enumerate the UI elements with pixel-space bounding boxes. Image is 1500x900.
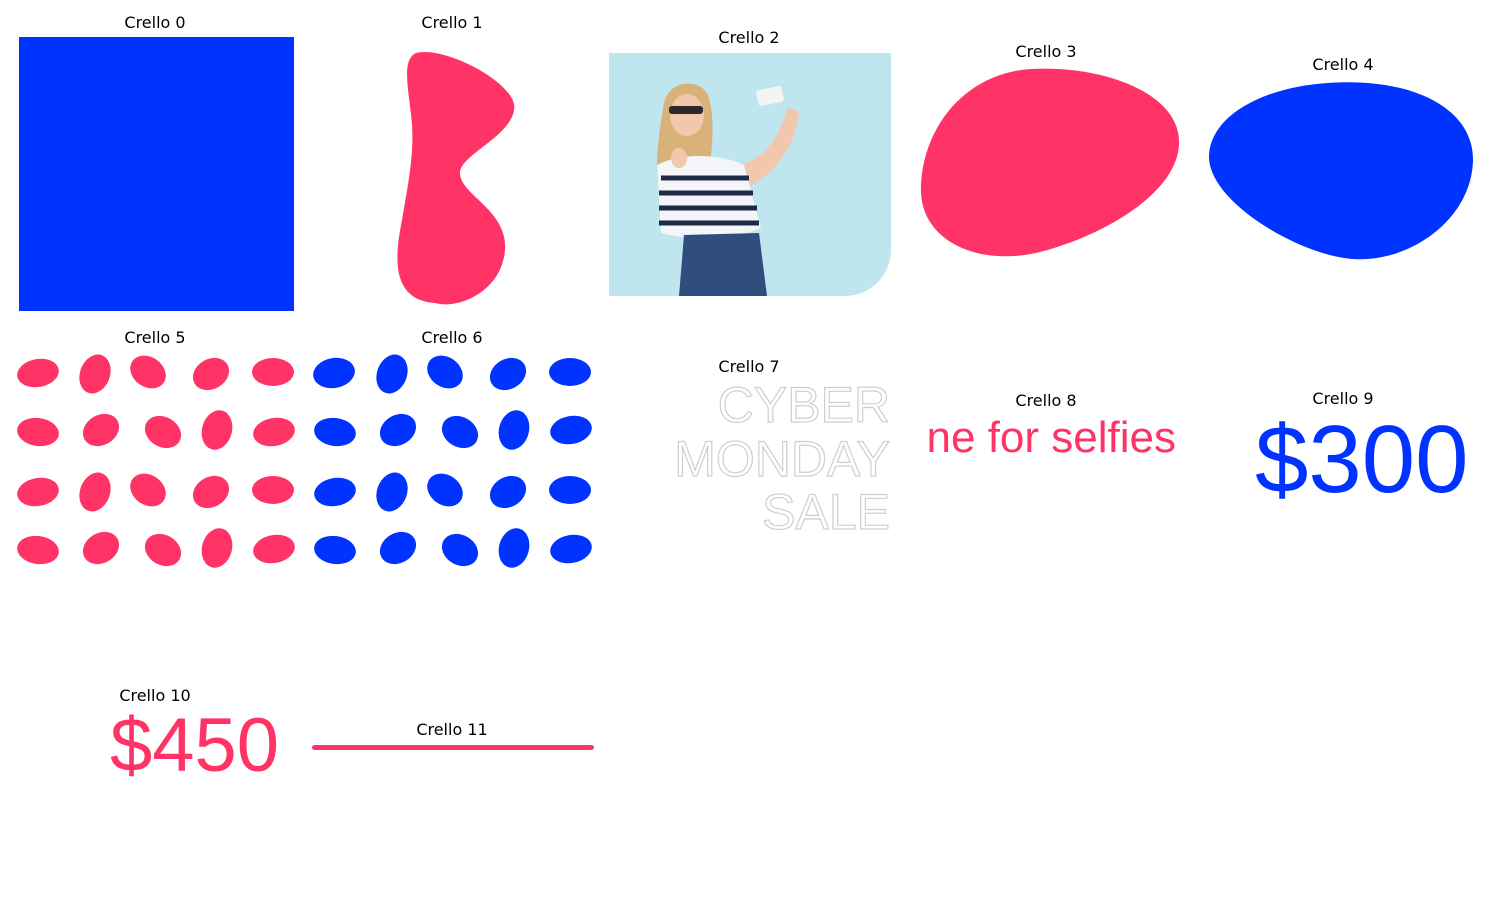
blue-square xyxy=(19,37,294,311)
pink-blob xyxy=(920,68,1180,257)
photo-woman-selfie xyxy=(609,53,891,296)
pink-bone-blob xyxy=(397,51,515,305)
cell-title: Crello 6 xyxy=(421,328,483,347)
blue-dot-pattern xyxy=(313,354,592,568)
cell-title: Crello 11 xyxy=(416,720,488,739)
cell-title: Crello 5 xyxy=(124,328,186,347)
cell-title: Crello 0 xyxy=(124,13,186,32)
cyber-line-3: SALE xyxy=(762,484,890,536)
cell-title: Crello 8 xyxy=(1015,391,1077,410)
selfies-text: ne for selfies xyxy=(926,413,1176,462)
cell-title: Crello 4 xyxy=(1312,55,1374,74)
blue-blob xyxy=(1208,82,1474,260)
cell-title: Crello 9 xyxy=(1312,389,1374,408)
cell-title: Crello 10 xyxy=(119,686,191,705)
price-450: $450 xyxy=(110,703,280,788)
pink-line xyxy=(312,745,594,750)
cyber-line-2: MONDAY xyxy=(674,431,890,487)
price-300: $300 xyxy=(1255,406,1469,513)
cell-title: Crello 1 xyxy=(421,13,483,32)
cell-title: Crello 3 xyxy=(1015,42,1077,61)
cell-title: Crello 7 xyxy=(718,357,780,376)
pink-dot-pattern xyxy=(17,354,295,568)
cyber-line-1: CYBER xyxy=(718,378,890,433)
cell-title: Crello 2 xyxy=(718,28,780,47)
selfies-text-clip: ne for selfies xyxy=(905,412,1180,468)
cyber-monday-text: CYBER MONDAY SALE xyxy=(640,378,891,536)
